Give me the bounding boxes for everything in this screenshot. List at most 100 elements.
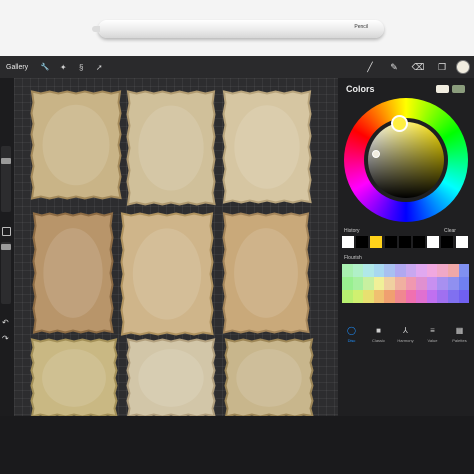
tab-value-label: Value	[427, 338, 438, 343]
palette-swatch[interactable]	[363, 290, 374, 303]
brush-icon[interactable]: ╱	[362, 59, 378, 75]
palette-swatch[interactable]	[342, 290, 353, 303]
palette-swatch[interactable]	[458, 264, 470, 277]
history-swatch[interactable]	[356, 236, 369, 248]
palette-swatch[interactable]	[373, 277, 385, 290]
tab-harmony[interactable]: ⅄ Harmony	[392, 326, 419, 343]
tab-classic-label: Classic	[372, 338, 385, 343]
paper-textures	[30, 90, 314, 416]
opacity-knob[interactable]	[1, 244, 11, 250]
paper-texture-1	[30, 90, 122, 200]
history-swatch[interactable]	[427, 236, 440, 248]
palette-swatch[interactable]	[395, 264, 406, 277]
palette-swatch[interactable]	[458, 277, 470, 290]
tab-disc[interactable]: ◯ Disc	[338, 326, 365, 343]
palette-swatch[interactable]	[448, 264, 459, 277]
tab-value[interactable]: ≡ Value	[419, 326, 446, 343]
wrench-icon[interactable]: 🔧	[36, 63, 54, 71]
opacity-slider[interactable]	[1, 242, 11, 304]
layers-icon[interactable]: ❐	[434, 59, 450, 75]
redo-icon[interactable]: ↷	[2, 334, 9, 343]
transform-arrow-icon[interactable]: ➚	[90, 63, 108, 72]
palette-swatch[interactable]	[384, 290, 395, 303]
smudge-icon[interactable]: ✎	[386, 59, 402, 75]
palette-swatch[interactable]	[405, 264, 417, 277]
magic-wand-icon[interactable]: ✦	[54, 63, 72, 72]
palette-swatch[interactable]	[426, 264, 438, 277]
palette-swatch[interactable]	[342, 264, 353, 277]
history-swatch[interactable]	[384, 236, 397, 248]
harmony-icon: ⅄	[403, 326, 408, 335]
palette-swatch[interactable]	[405, 277, 417, 290]
gallery-button[interactable]: Gallery	[6, 64, 28, 71]
palette-swatch[interactable]	[416, 277, 427, 290]
tab-classic[interactable]: ■ Classic	[365, 326, 392, 343]
palette-swatch[interactable]	[384, 277, 395, 290]
modify-button[interactable]	[2, 227, 11, 236]
color-mode-tabs: ◯ Disc ■ Classic ⅄ Harmony ≡ Value ▦ Pal…	[338, 326, 474, 350]
palette-swatch[interactable]	[395, 277, 406, 290]
palette-swatch[interactable]	[437, 277, 448, 290]
history-swatch[interactable]	[342, 236, 354, 248]
clear-history-button[interactable]: Clear	[444, 228, 456, 234]
tab-harmony-label: Harmony	[397, 338, 414, 343]
primary-color-swatch[interactable]	[436, 85, 449, 93]
palette-swatch[interactable]	[395, 290, 406, 303]
pencil-brand: Pencil	[354, 24, 368, 30]
history-swatch[interactable]	[455, 236, 468, 248]
saturation-knob[interactable]	[372, 150, 380, 158]
secondary-color-swatch[interactable]	[452, 85, 465, 93]
paper-texture-2	[126, 90, 216, 206]
brush-size-slider[interactable]	[1, 146, 11, 212]
palette-swatch[interactable]	[363, 264, 374, 277]
palette-swatch[interactable]	[437, 290, 448, 303]
palette-swatch[interactable]	[416, 264, 427, 277]
palette-swatch[interactable]	[363, 277, 374, 290]
palette-swatch[interactable]	[352, 290, 364, 303]
palette-swatch[interactable]	[352, 277, 364, 290]
palette-swatch[interactable]	[373, 264, 385, 277]
paper-texture-6	[222, 212, 310, 334]
paper-texture-9	[224, 338, 314, 416]
palette-swatch[interactable]	[405, 290, 417, 303]
palette-name: Flourish	[344, 255, 362, 261]
history-swatch[interactable]	[398, 236, 411, 248]
history-swatch[interactable]	[441, 236, 454, 248]
palette-swatch[interactable]	[437, 264, 448, 277]
color-disc[interactable]	[344, 98, 468, 222]
active-color-button[interactable]	[456, 60, 470, 74]
history-swatch[interactable]	[370, 236, 383, 248]
palette-swatch[interactable]	[426, 290, 438, 303]
classic-icon: ■	[376, 326, 381, 335]
palette-swatch[interactable]	[352, 264, 364, 277]
palette-swatch[interactable]	[458, 290, 470, 303]
tab-palettes[interactable]: ▦ Palettes	[446, 326, 473, 343]
value-icon: ≡	[430, 326, 435, 335]
history-swatch[interactable]	[413, 236, 425, 248]
ipad-bezel	[0, 416, 474, 474]
drawing-canvas[interactable]	[14, 78, 340, 416]
pencil-tip	[92, 26, 100, 32]
paper-texture-5	[120, 212, 214, 336]
undo-icon[interactable]: ↶	[2, 318, 9, 327]
eraser-icon[interactable]: ⌫	[410, 59, 426, 75]
colors-panel: Colors History Clear Flourish ◯ Disc ■ C…	[338, 78, 474, 416]
selection-icon[interactable]: §	[72, 63, 90, 72]
palette-swatch[interactable]	[426, 277, 438, 290]
tab-disc-label: Disc	[347, 338, 356, 343]
palette-swatch[interactable]	[373, 290, 385, 303]
hue-knob[interactable]	[391, 115, 408, 132]
paper-texture-8	[126, 338, 216, 416]
colors-title: Colors	[346, 84, 375, 94]
palette-swatch[interactable]	[416, 290, 427, 303]
palette-swatch[interactable]	[342, 277, 353, 290]
palette-swatch[interactable]	[384, 264, 395, 277]
palette-swatch[interactable]	[448, 277, 459, 290]
paper-texture-3	[222, 90, 312, 204]
top-toolbar: Gallery 🔧 ✦ § ➚ ╱ ✎ ⌫ ❐	[0, 56, 474, 78]
apple-pencil: Pencil	[92, 20, 384, 38]
palette-swatch[interactable]	[448, 290, 459, 303]
brush-size-knob[interactable]	[1, 158, 11, 164]
ipad-screen: Gallery 🔧 ✦ § ➚ ╱ ✎ ⌫ ❐ ↶ ↷ Colors Histo…	[0, 56, 474, 416]
saturation-brightness-disc[interactable]	[368, 122, 444, 198]
